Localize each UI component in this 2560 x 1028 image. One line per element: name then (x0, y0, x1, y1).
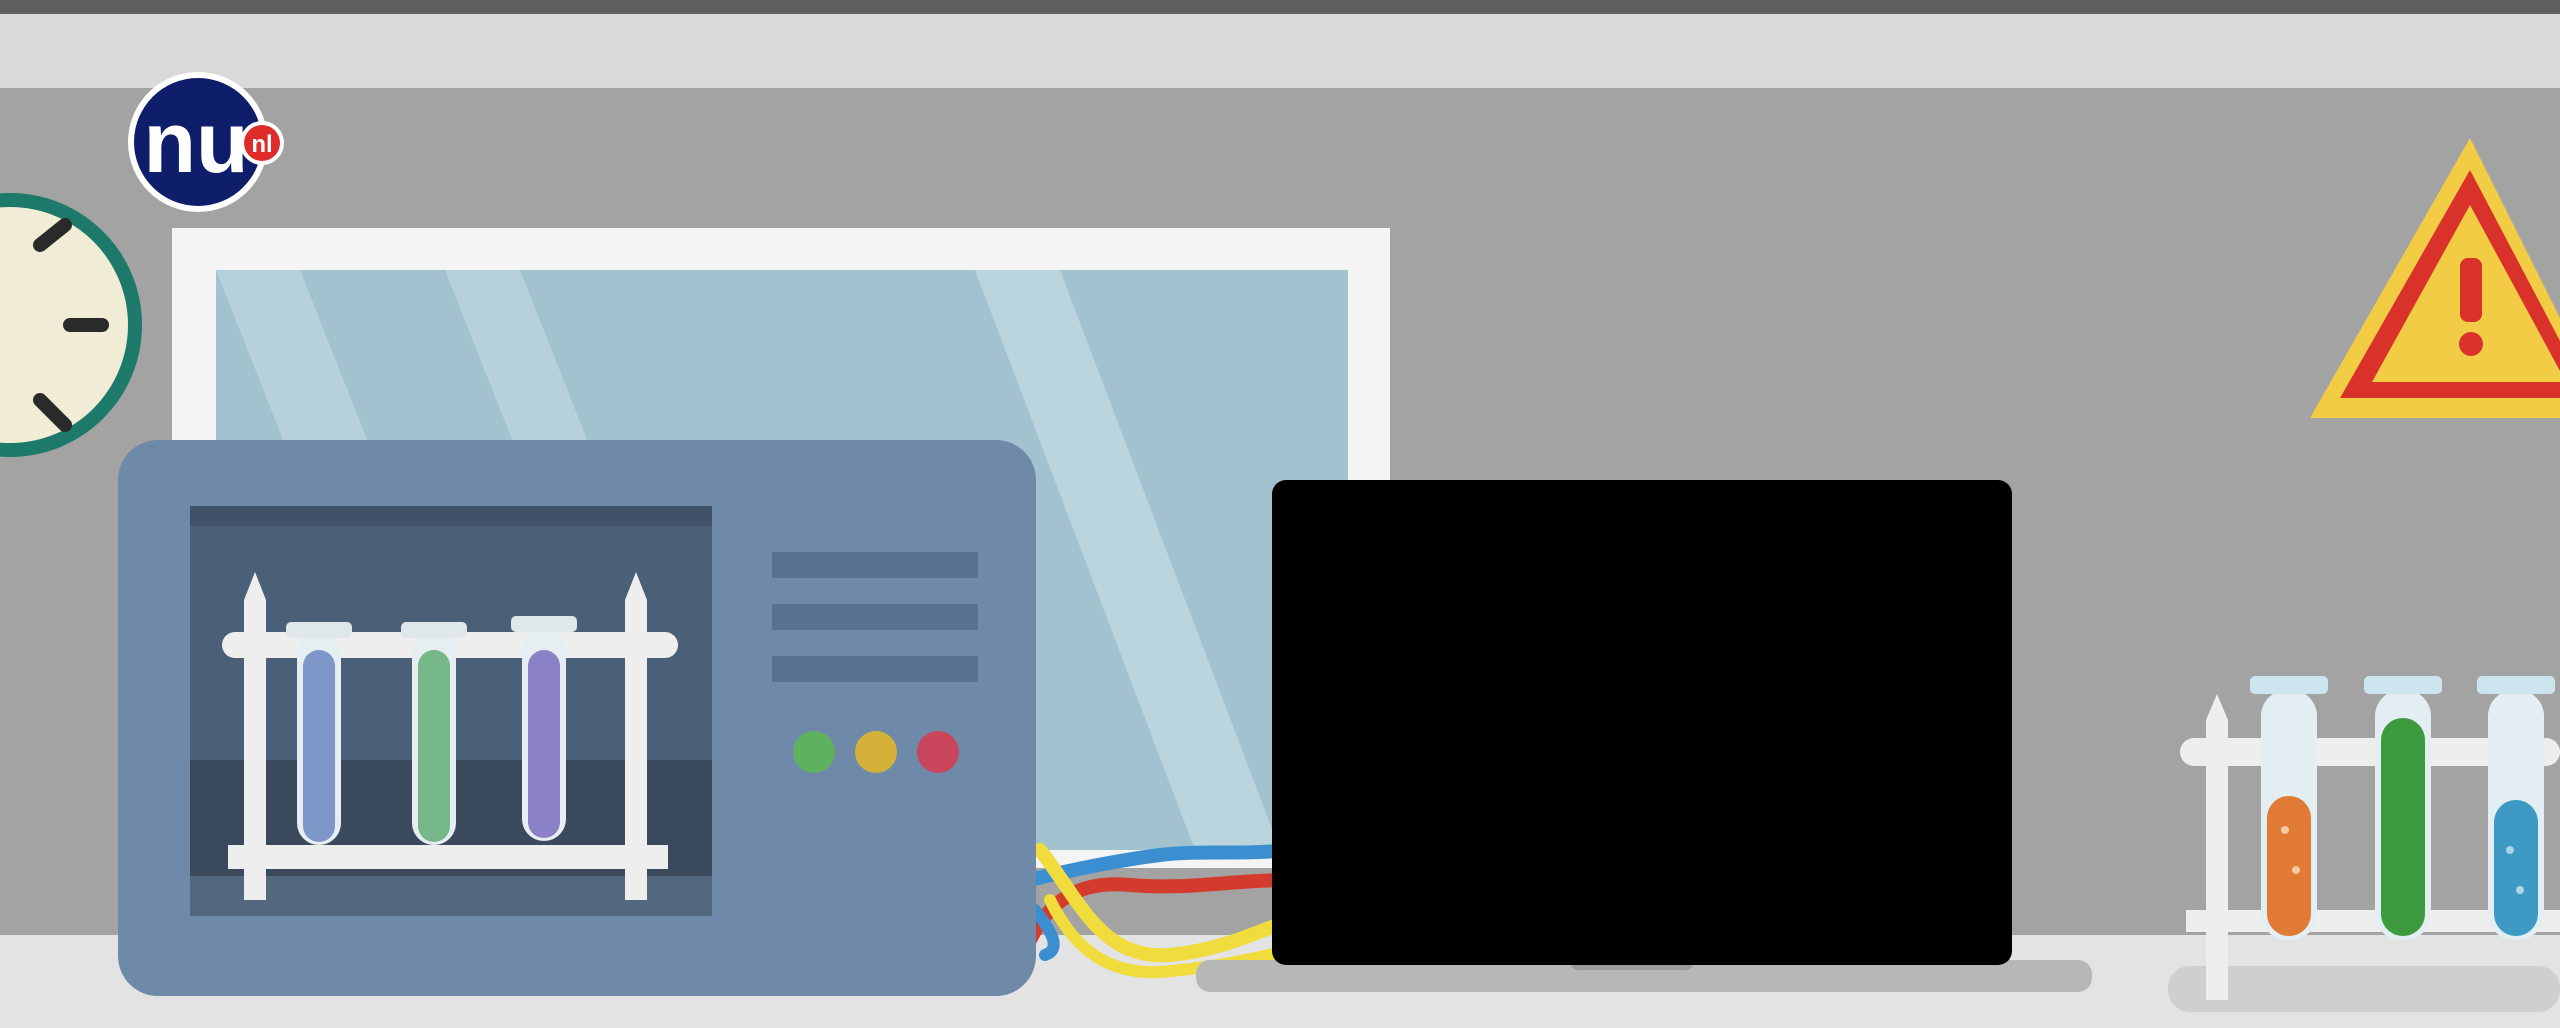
laptop-icon (1196, 480, 2092, 992)
lab-analyzer-machine-icon (118, 440, 1036, 996)
top-bar (0, 0, 2560, 14)
logo-suffix: nl (251, 131, 272, 158)
laptop-screen (1272, 480, 2012, 965)
indicator-light-green (793, 731, 835, 773)
indicator-light-red (917, 731, 959, 773)
logo-text: nu (143, 95, 248, 191)
lab-illustration-scene: nu nl (0, 0, 2560, 1028)
upper-band (0, 14, 2560, 88)
indicator-light-yellow (855, 731, 897, 773)
